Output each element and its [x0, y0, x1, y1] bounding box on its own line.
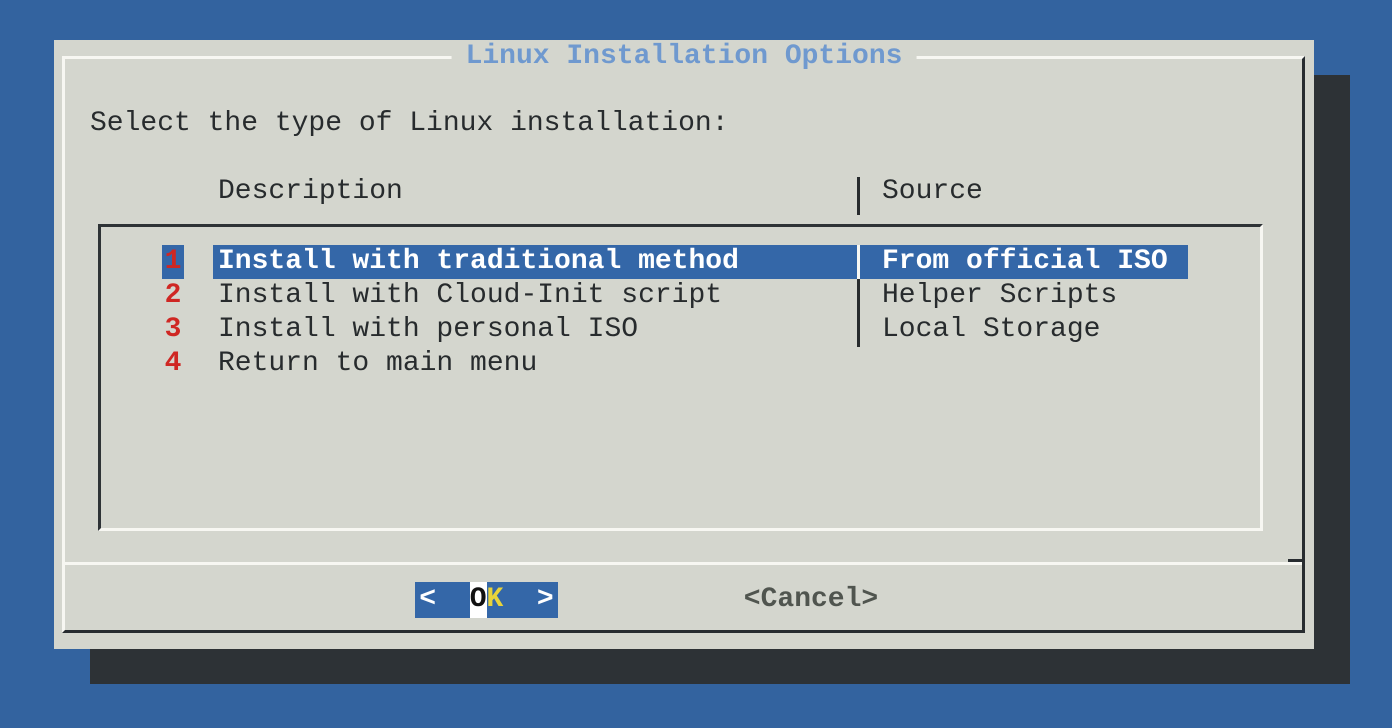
menu-item-description: Return to main menu — [218, 347, 537, 381]
column-separator — [857, 279, 860, 313]
ok-button[interactable]: < O K > — [415, 582, 558, 618]
ok-spacer — [436, 582, 470, 618]
ok-right-bracket: > — [537, 582, 554, 618]
column-separator — [857, 177, 860, 215]
menu-item-traditional-install[interactable]: 1 Install with traditional method From o… — [98, 245, 1263, 279]
menu-item-return-main-menu[interactable]: 4 Return to main menu — [98, 347, 1263, 381]
menu-item-tag: 3 — [162, 313, 184, 347]
dialog-title: Linux Installation Options — [452, 40, 917, 74]
menu-item-personal-iso-install[interactable]: 3 Install with personal ISO Local Storag… — [98, 313, 1263, 347]
column-separator — [857, 313, 860, 347]
separator-join — [1288, 559, 1302, 562]
ok-spacer — [503, 582, 537, 618]
terminal-screen: Linux Installation Options Select the ty… — [0, 0, 1392, 728]
menu-item-description: Install with personal ISO — [218, 313, 638, 347]
column-separator — [857, 245, 860, 279]
ok-left-bracket: < — [419, 582, 436, 618]
cancel-button[interactable]: <Cancel> — [736, 582, 886, 618]
column-header-description: Description — [218, 175, 403, 209]
menu-item-source: Helper Scripts — [882, 279, 1117, 313]
terminal-cursor: O — [470, 582, 487, 618]
menu-item-cloud-init-install[interactable]: 2 Install with Cloud-Init script Helper … — [98, 279, 1263, 313]
button-row-separator — [65, 562, 1302, 565]
menu-item-tag: 2 — [162, 279, 184, 313]
menu-item-tag: 4 — [162, 347, 184, 381]
ok-hotkey: K — [487, 582, 504, 618]
menu-item-source: From official ISO — [882, 245, 1168, 279]
column-header-source: Source — [882, 175, 983, 209]
menu-item-description: Install with Cloud-Init script — [218, 279, 722, 313]
dialog-prompt: Select the type of Linux installation: — [90, 107, 729, 141]
installation-options-dialog: Linux Installation Options Select the ty… — [54, 40, 1314, 649]
menu-item-source: Local Storage — [882, 313, 1100, 347]
menu-item-description: Install with traditional method — [218, 245, 739, 279]
menu-item-tag: 1 — [162, 245, 184, 279]
